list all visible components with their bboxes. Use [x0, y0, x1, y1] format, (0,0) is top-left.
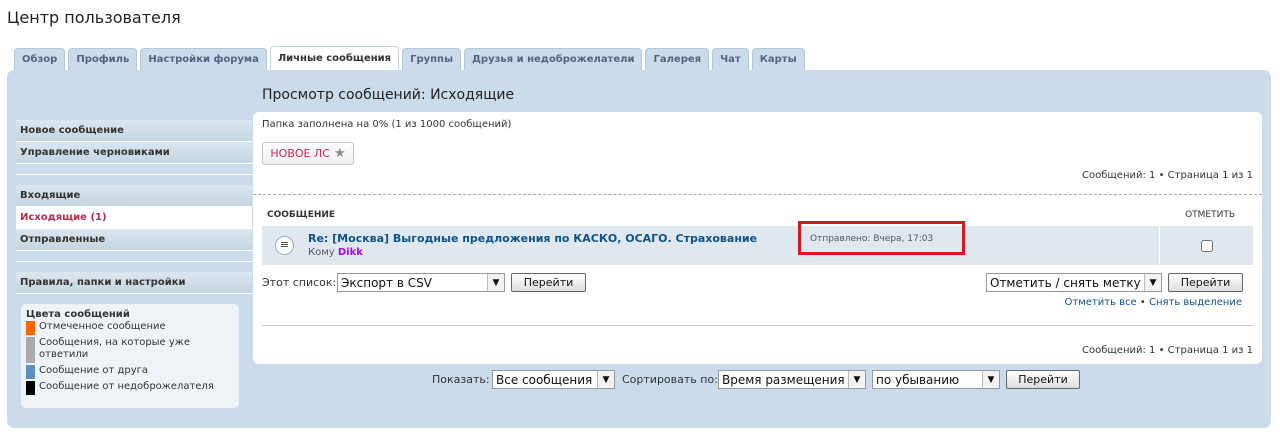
- message-row: Re: [Москва] Выгодные предложения по КАС…: [262, 226, 1253, 265]
- export-select[interactable]: Экспорт в CSV ▼: [337, 273, 505, 292]
- chevron-down-icon: ▼: [982, 371, 999, 388]
- mark-select-value: Отметить / снять метку: [990, 275, 1141, 290]
- legend-item: Отмеченное сообщение: [26, 321, 234, 335]
- tab-friends-foes[interactable]: Друзья и недоброжелатели: [464, 48, 643, 70]
- tab-private-messages[interactable]: Личные сообщения: [269, 46, 400, 70]
- legend-item: Сообщение от друга: [26, 365, 234, 379]
- message-recipient: Кому Dikk: [308, 247, 363, 258]
- legend-label: Сообщение от друга: [39, 365, 149, 376]
- tab-board-prefs[interactable]: Настройки форума: [140, 48, 267, 70]
- sidebar-item-rules[interactable]: Правила, папки и настройки: [16, 272, 252, 294]
- chevron-down-icon: ▼: [487, 274, 504, 291]
- highlight-annotation: [798, 221, 965, 255]
- sidebar-item-inbox[interactable]: Входящие: [16, 185, 252, 207]
- message-mark-checkbox[interactable]: [1200, 239, 1213, 252]
- new-pm-button[interactable]: НОВОЕ ЛС ★: [262, 142, 354, 165]
- chevron-down-icon: ▼: [848, 371, 865, 388]
- divider: [253, 194, 1262, 195]
- tab-groups[interactable]: Группы: [402, 48, 461, 70]
- tab-gallery[interactable]: Галерея: [645, 48, 710, 70]
- legend-label: Сообщение от недоброжелателя: [39, 381, 214, 392]
- ucp-tabs: Обзор Профиль Настройки форума Личные со…: [14, 46, 805, 70]
- legend-title: Цвета сообщений: [26, 309, 130, 320]
- sort-key-select[interactable]: Время размещения ▼: [718, 370, 866, 389]
- mark-action-select[interactable]: Отметить / снять метку ▼: [986, 273, 1162, 292]
- sidebar-item-sent[interactable]: Отправленные: [16, 229, 252, 251]
- sort-go-button[interactable]: Перейти: [1006, 370, 1080, 389]
- legend-swatch-marked: [26, 321, 35, 335]
- column-header-mark: ОТМЕТИТЬ: [1185, 210, 1235, 220]
- show-label: Показать:: [432, 373, 490, 386]
- sidebar-divider: [16, 261, 252, 262]
- legend-label: Сообщения, на которые уже ответили: [39, 337, 190, 360]
- unmark-all-link[interactable]: Снять выделение: [1149, 297, 1242, 308]
- sort-by-label: Сортировать по:: [622, 373, 718, 386]
- sidebar-item-compose[interactable]: Новое сообщение: [16, 120, 252, 142]
- sort-key-value: Время размещения: [722, 372, 845, 387]
- new-pm-label: НОВОЕ ЛС: [270, 147, 330, 160]
- legend-label: Отмеченное сообщение: [39, 321, 166, 332]
- star-icon: ★: [333, 146, 346, 161]
- sidebar-item-drafts[interactable]: Управление черновиками: [16, 142, 252, 164]
- mark-links: Отметить все • Снять выделение: [1065, 297, 1242, 308]
- tab-profile[interactable]: Профиль: [68, 48, 138, 70]
- divider: [262, 325, 1253, 326]
- pagination-bottom: Сообщений: 1 • Страница 1 из 1: [1082, 345, 1253, 356]
- bullet-separator: •: [1139, 297, 1149, 308]
- tab-maps[interactable]: Карты: [751, 48, 805, 70]
- sidebar-item-outbox[interactable]: Исходящие (1): [16, 207, 252, 229]
- tab-chat[interactable]: Чат: [712, 48, 749, 70]
- message-subject-link[interactable]: Re: [Москва] Выгодные предложения по КАС…: [308, 232, 757, 245]
- export-go-button[interactable]: Перейти: [511, 273, 586, 292]
- mark-go-button[interactable]: Перейти: [1168, 273, 1243, 292]
- sort-direction-select[interactable]: по убыванию ▼: [872, 370, 1000, 389]
- export-select-value: Экспорт в CSV: [341, 275, 432, 290]
- mark-all-link[interactable]: Отметить все: [1065, 297, 1137, 308]
- message-read-icon: [275, 236, 294, 255]
- legend-swatch-foe: [26, 381, 35, 395]
- legend-item: Сообщение от недоброжелателя: [26, 381, 234, 395]
- pagination-top: Сообщений: 1 • Страница 1 из 1: [1082, 170, 1253, 181]
- sidebar-divider: [16, 174, 252, 175]
- legend-swatch-replied: [26, 337, 35, 363]
- sidebar-nav: Новое сообщение Управление черновиками В…: [16, 120, 252, 294]
- recipient-username-link[interactable]: Dikk: [338, 247, 363, 258]
- message-mark-cell: [1159, 226, 1253, 265]
- column-header-message: СООБЩЕНИЕ: [267, 210, 336, 220]
- content-title: Просмотр сообщений: Исходящие: [262, 87, 515, 103]
- export-label: Этот список:: [262, 276, 337, 289]
- chevron-down-icon: ▼: [597, 371, 614, 388]
- folder-status: Папка заполнена на 0% (1 из 1000 сообщен…: [262, 119, 512, 130]
- sort-direction-value: по убыванию: [876, 372, 960, 387]
- message-list-panel: Папка заполнена на 0% (1 из 1000 сообщен…: [253, 112, 1262, 364]
- message-colors-legend: Цвета сообщений Отмеченное сообщение Соо…: [21, 304, 239, 408]
- chevron-down-icon: ▼: [1144, 274, 1161, 291]
- legend-item: Сообщения, на которые уже ответили: [26, 337, 234, 363]
- page-title: Центр пользователя: [7, 8, 181, 27]
- legend-swatch-friend: [26, 365, 35, 379]
- show-select-value: Все сообщения: [496, 372, 593, 387]
- recipient-label: Кому: [308, 247, 335, 258]
- tab-overview[interactable]: Обзор: [14, 48, 66, 70]
- show-days-select[interactable]: Все сообщения ▼: [492, 370, 615, 389]
